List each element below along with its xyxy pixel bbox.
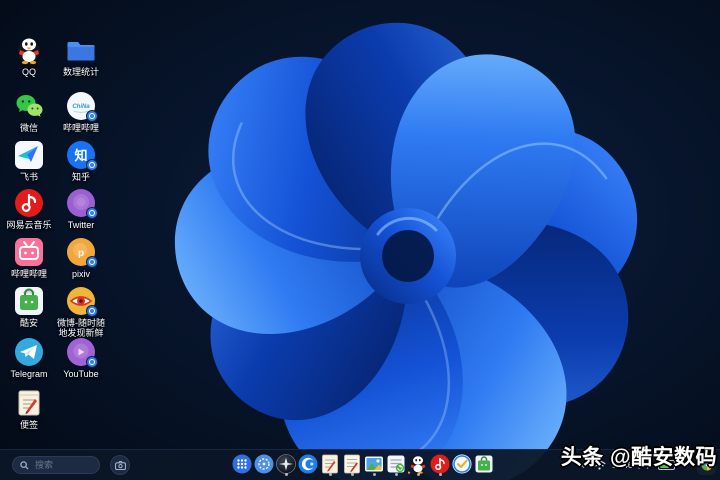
taskbar-apps bbox=[232, 454, 494, 476]
browser-badge-icon bbox=[86, 256, 98, 268]
launcher-icon[interactable] bbox=[232, 454, 252, 476]
screenshot-button[interactable] bbox=[110, 455, 130, 475]
bilibili-icon bbox=[14, 237, 44, 267]
desktop-icon-label: 飞书 bbox=[4, 172, 54, 182]
search-icon bbox=[20, 461, 29, 470]
telegram-icon bbox=[14, 337, 44, 367]
svg-text:p: p bbox=[78, 248, 84, 259]
browser-icon[interactable] bbox=[298, 454, 318, 476]
desktop-icon-bilibili[interactable]: 哔哩哔哩 bbox=[4, 237, 54, 279]
browser-badge-icon bbox=[86, 110, 98, 122]
twitter-web-icon bbox=[66, 188, 96, 218]
desktop-icon-label: YouTube bbox=[56, 369, 106, 379]
desktop-icon-zhihu[interactable]: 知 知乎 bbox=[56, 140, 106, 182]
app-store-bag-icon[interactable] bbox=[474, 454, 494, 476]
desktop-icon-coolapk[interactable]: 酷安 bbox=[4, 286, 54, 328]
folder-icon bbox=[66, 35, 96, 65]
zhihu-icon: 知 bbox=[66, 140, 96, 170]
desktop-icon-label: 便签 bbox=[4, 420, 54, 430]
browser-badge-icon bbox=[86, 305, 98, 317]
search-input[interactable] bbox=[33, 459, 92, 471]
sticky-note-icon bbox=[14, 388, 44, 418]
task-view-icon[interactable] bbox=[254, 454, 274, 476]
pixiv-icon: p bbox=[66, 237, 96, 267]
desktop-icon-label: Twitter bbox=[56, 220, 106, 230]
browser-badge-icon bbox=[86, 356, 98, 368]
desktop-icon-sticky-note[interactable]: 便签 bbox=[4, 388, 54, 430]
image-viewer-icon[interactable] bbox=[364, 454, 384, 476]
text-editor-icon[interactable] bbox=[342, 454, 362, 476]
desktop-icon-label: pixiv bbox=[56, 269, 106, 279]
svg-text:知: 知 bbox=[74, 148, 87, 163]
notes-icon[interactable] bbox=[320, 454, 340, 476]
desktop-icon-label: 网易云音乐 bbox=[4, 220, 54, 230]
qq-taskbar-icon[interactable] bbox=[408, 454, 428, 476]
desktop-icon-label: 哔哩哔哩 bbox=[56, 123, 106, 133]
netease-music-taskbar-icon[interactable] bbox=[430, 454, 450, 476]
desktop-icon-label: 哔哩哔哩 bbox=[4, 269, 54, 279]
camera-icon bbox=[115, 461, 126, 470]
desktop-icon-telegram[interactable]: Telegram bbox=[4, 337, 54, 379]
security-check-icon[interactable] bbox=[452, 454, 472, 476]
desktop-icon-folder-stats[interactable]: 数理统计 bbox=[56, 35, 106, 77]
desktop-icon-wechat[interactable]: 微信 bbox=[4, 91, 54, 133]
desktop-icon-label: Telegram bbox=[4, 369, 54, 379]
desktop-icon-youtube-web[interactable]: YouTube bbox=[56, 337, 106, 379]
desktop-icon-label: 酷安 bbox=[4, 318, 54, 328]
weibo-web-icon bbox=[66, 286, 96, 316]
coolapk-icon bbox=[14, 286, 44, 316]
browser-badge-icon bbox=[86, 159, 98, 171]
netease-music-icon bbox=[14, 188, 44, 218]
desktop: QQ 数理统计 微信 ChiNa 哔哩哔哩 飞书 知 知乎 bbox=[0, 0, 720, 480]
desktop-icon-netease-music[interactable]: 网易云音乐 bbox=[4, 188, 54, 230]
desktop-icon-label: 数理统计 bbox=[56, 67, 106, 77]
wechat-icon bbox=[14, 91, 44, 121]
desktop-icon-twitter-web[interactable]: Twitter bbox=[56, 188, 106, 230]
svg-text:ChiNa: ChiNa bbox=[72, 104, 90, 110]
desktop-icon-label: 微信 bbox=[4, 123, 54, 133]
taskbar-search[interactable] bbox=[12, 456, 100, 474]
desktop-icon-feishu[interactable]: 飞书 bbox=[4, 140, 54, 182]
youtube-web-icon bbox=[66, 337, 96, 367]
desktop-icon-label: 知乎 bbox=[56, 172, 106, 182]
desktop-icon-label: QQ bbox=[4, 67, 54, 77]
desktop-icon-bilibili-web[interactable]: ChiNa 哔哩哔哩 bbox=[56, 91, 106, 133]
desktop-icon-pixiv[interactable]: p pixiv bbox=[56, 237, 106, 279]
wallpaper-windows11-bloom bbox=[0, 0, 720, 480]
software-updater-icon[interactable] bbox=[386, 454, 406, 476]
feishu-icon bbox=[14, 140, 44, 170]
desktop-icon-qq[interactable]: QQ bbox=[4, 35, 54, 77]
deepin-store-icon[interactable] bbox=[276, 454, 296, 476]
bilibili-web-icon: ChiNa bbox=[66, 91, 96, 121]
watermark: 头条 @酷安数码 bbox=[561, 441, 717, 471]
browser-badge-icon bbox=[86, 207, 98, 219]
qq-icon bbox=[14, 35, 44, 65]
